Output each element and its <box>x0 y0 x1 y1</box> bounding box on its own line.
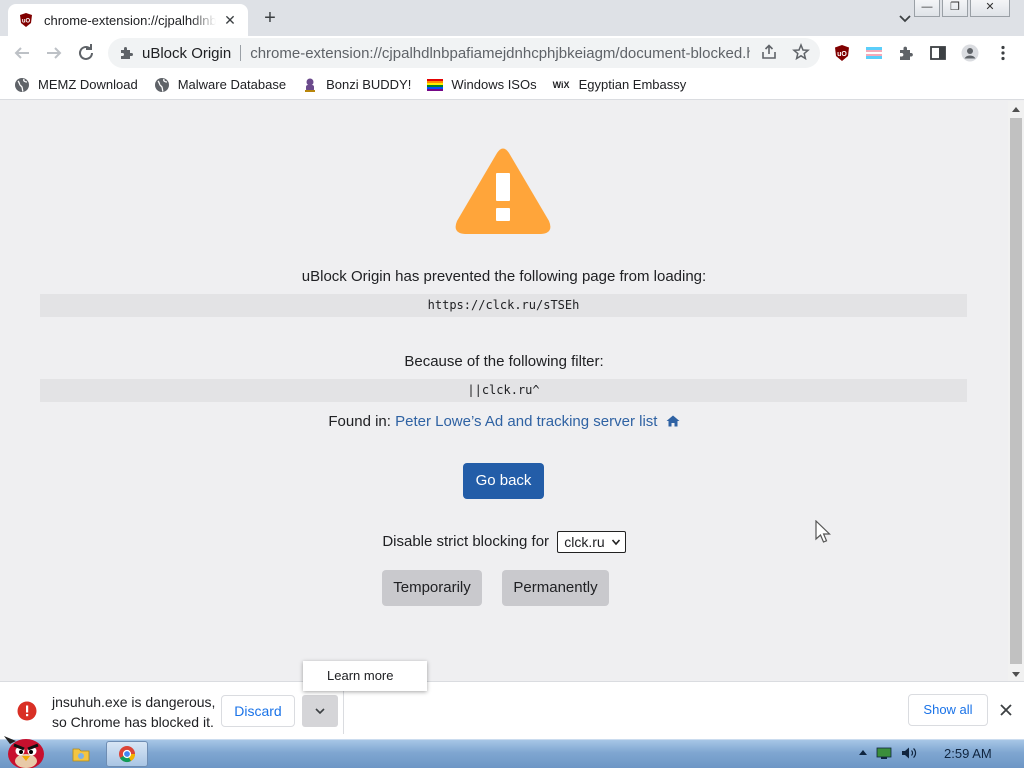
bookmark-label: Egyptian Embassy <box>578 77 687 92</box>
svg-text:uO: uO <box>837 51 847 58</box>
back-arrow-icon[interactable] <box>10 41 34 65</box>
bookmark-label: Bonzi BUDDY! <box>326 77 412 92</box>
wix-icon: WiX <box>552 79 570 90</box>
network-icon[interactable] <box>876 746 892 760</box>
bonzi-icon <box>305 78 316 92</box>
minimize-button[interactable]: — <box>914 0 940 17</box>
go-back-button[interactable]: Go back <box>463 463 544 499</box>
download-warning-line1: jnsuhuh.exe is dangerous, <box>52 694 216 710</box>
download-warning-text: jnsuhuh.exe is dangerous, so Chrome has … <box>52 692 215 732</box>
close-window-button[interactable]: ✕ <box>970 0 1010 17</box>
download-warning-line2: so Chrome has blocked it. <box>52 714 214 730</box>
volume-icon[interactable] <box>900 746 918 760</box>
prevented-message: uBlock Origin has prevented the followin… <box>301 268 707 285</box>
bookmark-windows-isos[interactable]: Windows ISOs <box>427 77 537 93</box>
taskbar-explorer-button[interactable] <box>66 741 96 767</box>
folder-icon <box>72 748 90 762</box>
found-in-label: Found in: <box>328 413 391 430</box>
restore-button[interactable]: ❐ <box>942 0 968 17</box>
download-options-button[interactable] <box>302 695 338 727</box>
scroll-down-arrow-icon[interactable] <box>1012 672 1020 677</box>
bookmark-malware-database[interactable]: Malware Database <box>154 77 286 93</box>
domain-select-value: clck.ru <box>564 534 605 550</box>
ublock-extension-icon[interactable]: uO <box>833 44 851 62</box>
warning-triangle-icon <box>455 148 551 234</box>
temporarily-button[interactable]: Temporarily <box>382 570 482 606</box>
filter-rule: ||clck.ru^ <box>40 379 967 402</box>
taskbar-chrome-button[interactable] <box>106 741 148 767</box>
filter-list-link[interactable]: Peter Lowe’s Ad and tracking server list <box>395 413 657 430</box>
scroll-up-arrow-icon[interactable] <box>1012 107 1020 112</box>
address-bar[interactable]: uBlock Origin chrome-extension://cjpalhd… <box>108 38 820 68</box>
start-button-bird-icon[interactable] <box>2 730 50 768</box>
bookmark-label: Windows ISOs <box>451 77 537 92</box>
extension-puzzle-icon <box>121 47 133 59</box>
filter-intro: Because of the following filter: <box>404 353 604 370</box>
chevron-down-icon <box>611 539 620 546</box>
tab-title: chrome-extension://cjpalhdlnbpafiamejdnh… <box>44 12 216 28</box>
tab-ublock-blocked[interactable]: uO chrome-extension://cjpalhdlnbpafiamej… <box>8 4 248 36</box>
tray-expand-icon[interactable] <box>858 748 868 758</box>
found-in-line: Found in: Peter Lowe’s Ad and tracking s… <box>0 413 1008 430</box>
side-panel-icon[interactable] <box>929 44 947 62</box>
page-scrollbar[interactable] <box>1008 101 1024 681</box>
chevron-down-icon <box>315 708 325 715</box>
chrome-menu-icon[interactable] <box>994 44 1012 62</box>
system-tray <box>858 746 918 760</box>
danger-alert-icon <box>17 701 37 721</box>
download-shelf: jnsuhuh.exe is dangerous, so Chrome has … <box>0 681 1024 739</box>
show-all-button[interactable]: Show all <box>908 694 988 726</box>
reload-icon[interactable] <box>74 41 98 65</box>
omnibox-url[interactable]: chrome-extension://cjpalhdlnbpafiamejdnh… <box>250 45 750 62</box>
ublock-shield-icon: uO <box>20 13 32 27</box>
bookmarks-bar: MEMZ Download Malware Database Bonzi BUD… <box>0 70 1024 100</box>
flag-extension-icon[interactable] <box>865 44 883 62</box>
disable-strict-label: Disable strict blocking for <box>382 532 550 550</box>
profile-avatar-icon[interactable] <box>961 44 979 62</box>
globe-icon <box>15 77 29 92</box>
mouse-cursor-icon <box>815 520 831 543</box>
bookmark-egyptian-embassy[interactable]: WiX Egyptian Embassy <box>553 77 687 93</box>
shelf-divider <box>343 688 344 734</box>
forward-arrow-icon[interactable] <box>42 41 66 65</box>
svg-text:uO: uO <box>22 19 31 25</box>
omnibox-site-name: uBlock Origin <box>142 44 232 62</box>
home-icon[interactable] <box>666 415 680 427</box>
extensions-puzzle-icon[interactable] <box>897 44 915 62</box>
blocked-page: uBlock Origin has prevented the followin… <box>0 101 1008 681</box>
strict-blocking-row: Disable strict blocking for clck.ru <box>0 531 1008 553</box>
omnibox-separator <box>240 45 242 61</box>
tab-strip: uO chrome-extension://cjpalhdlnbpafiamej… <box>0 0 1024 36</box>
bookmark-label: Malware Database <box>177 77 287 92</box>
domain-select[interactable]: clck.ru <box>557 531 626 553</box>
rainbow-flag-icon <box>427 78 444 91</box>
blocked-url: https://clck.ru/sTSEh <box>40 294 967 317</box>
share-icon[interactable] <box>760 43 778 61</box>
browser-toolbar: uBlock Origin chrome-extension://cjpalhd… <box>0 36 1024 70</box>
close-icon[interactable] <box>996 700 1016 720</box>
scroll-thumb[interactable] <box>1010 118 1022 664</box>
tab-close-icon[interactable]: ✕ <box>222 12 238 28</box>
tab-search-chevron-icon[interactable] <box>895 8 915 28</box>
chrome-icon <box>119 746 136 763</box>
bookmark-bonzi-buddy[interactable]: Bonzi BUDDY! <box>302 77 411 93</box>
permanently-button[interactable]: Permanently <box>502 570 609 606</box>
discard-button[interactable]: Discard <box>221 695 295 727</box>
bookmark-label: MEMZ Download <box>38 77 138 92</box>
bookmark-star-icon[interactable] <box>792 43 810 61</box>
new-tab-button[interactable]: + <box>258 6 282 30</box>
bookmark-memz-download[interactable]: MEMZ Download <box>14 77 138 93</box>
taskbar-clock[interactable]: 2:59 AM <box>944 746 992 761</box>
globe-icon <box>154 77 169 92</box>
window-controls: — ❐ ✕ <box>914 0 1010 18</box>
learn-more-menu-item[interactable]: Learn more <box>303 661 427 691</box>
windows-taskbar: 2:59 AM <box>0 736 1024 768</box>
